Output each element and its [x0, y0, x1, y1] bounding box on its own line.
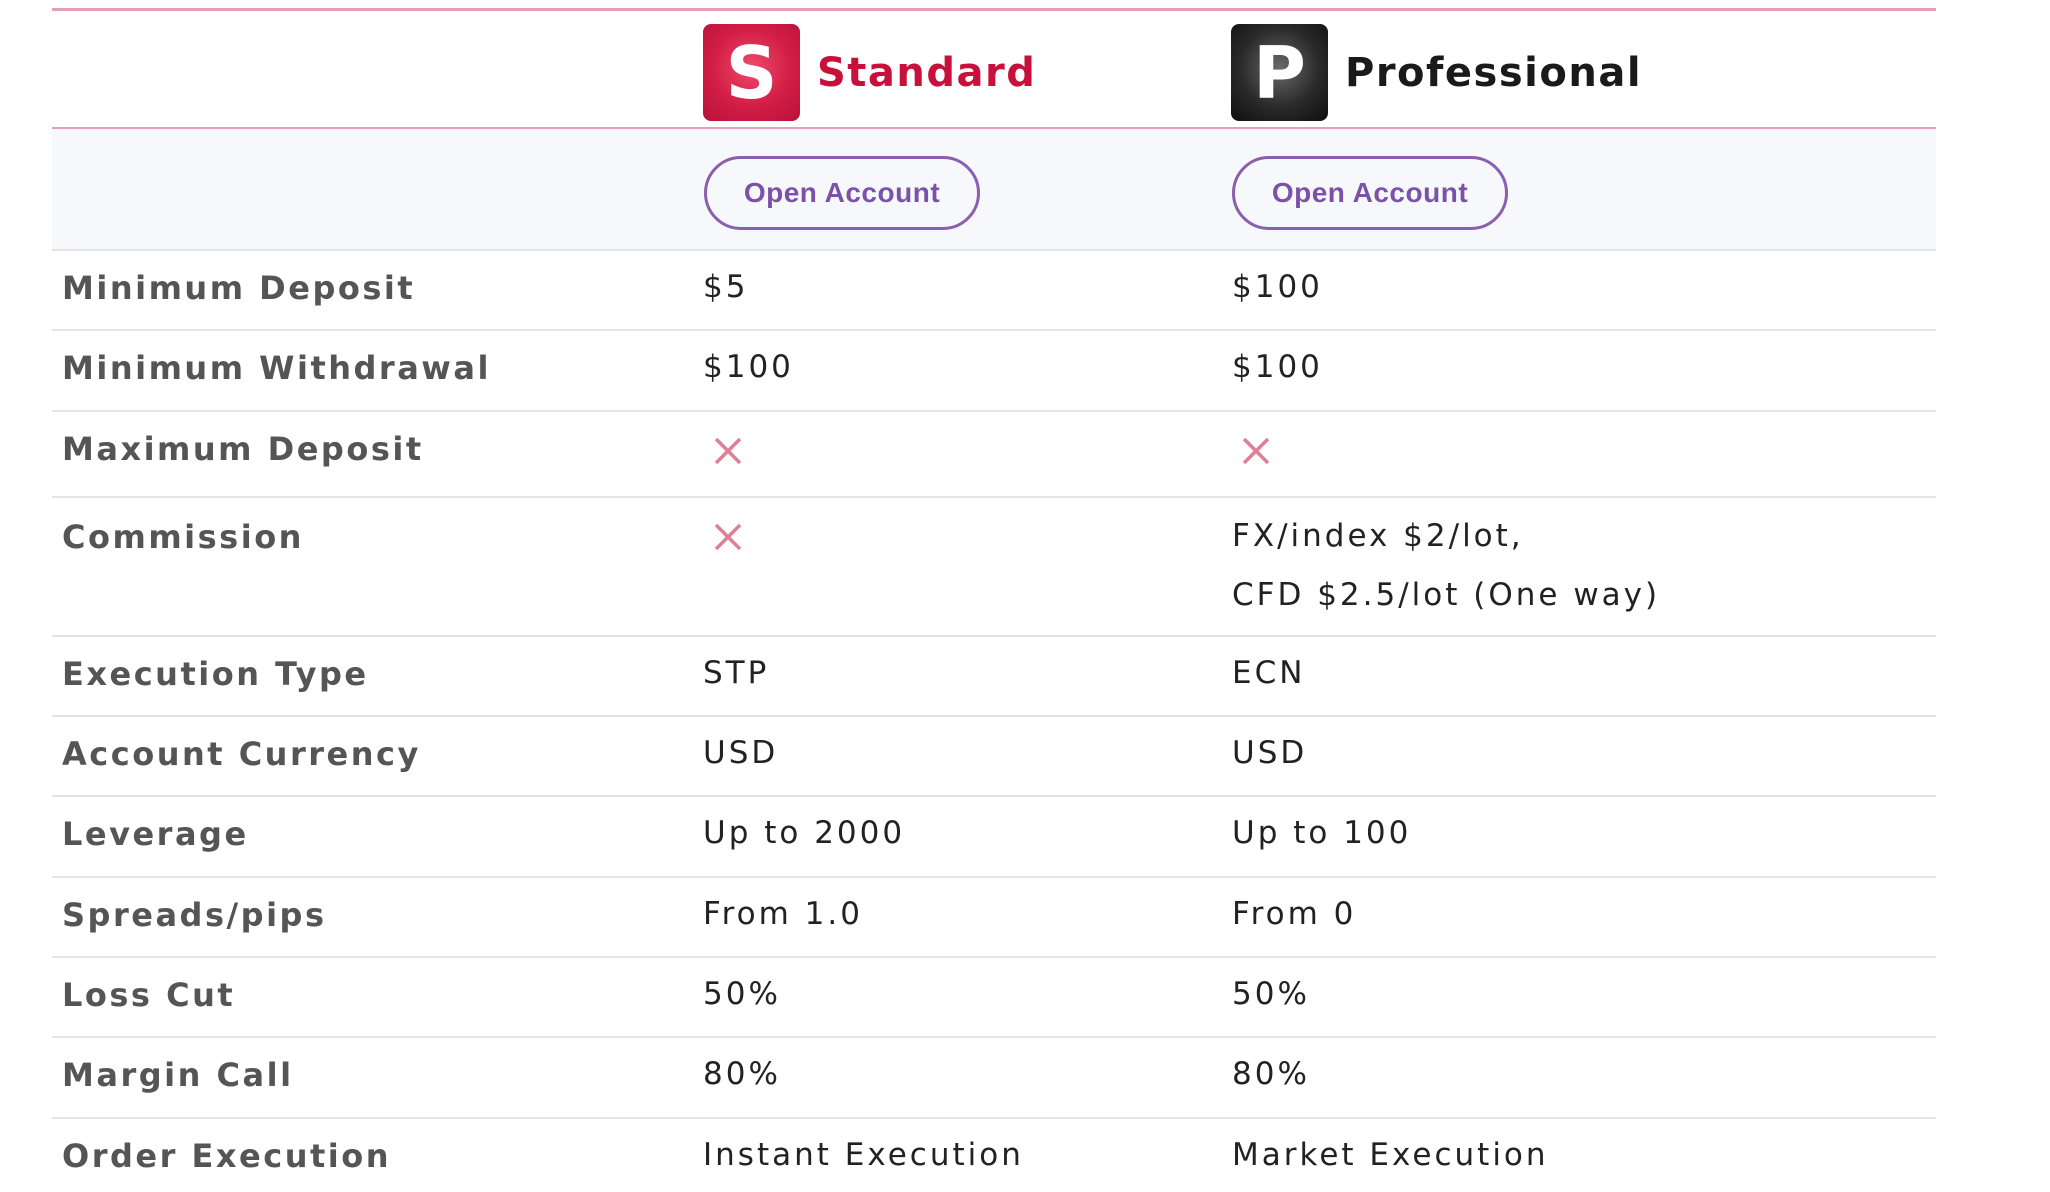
professional-value: From 0: [1232, 896, 1357, 932]
x-mark-icon: [1241, 436, 1271, 466]
standard-value: Instant Execution: [703, 1137, 1024, 1173]
row-label: Minimum Withdrawal: [62, 349, 491, 387]
row-label: Maximum Deposit: [62, 430, 424, 468]
row-label: Account Currency: [62, 735, 421, 773]
standard-value: STP: [703, 655, 770, 691]
table-row: Margin Call 80% 80%: [52, 1038, 1936, 1119]
table-row: Maximum Deposit: [52, 412, 1936, 498]
row-label: Margin Call: [62, 1056, 294, 1094]
table-row: Minimum Withdrawal $100 $100: [52, 331, 1936, 412]
row-label: Loss Cut: [62, 976, 236, 1014]
table-row: Minimum Deposit $5 $100: [52, 251, 1936, 331]
plan-professional-name: Professional: [1345, 49, 1643, 96]
standard-value: 80%: [703, 1056, 781, 1092]
professional-value-line2: CFD $2.5/lot (One way): [1232, 577, 1661, 613]
plan-standard-header: S Standard: [703, 24, 1036, 121]
professional-value: Market Execution: [1232, 1137, 1549, 1173]
comparison-page: S Standard P Professional Open Account O…: [0, 0, 2050, 1192]
standard-value: Up to 2000: [703, 815, 906, 851]
row-label: Spreads/pips: [62, 896, 327, 934]
professional-value: $100: [1232, 269, 1323, 305]
table-row: Leverage Up to 2000 Up to 100: [52, 797, 1936, 878]
professional-value: $100: [1232, 349, 1323, 385]
row-label: Execution Type: [62, 655, 369, 693]
professional-value: ECN: [1232, 655, 1306, 691]
standard-value: From 1.0: [703, 896, 863, 932]
row-label: Order Execution: [62, 1137, 391, 1175]
standard-value: 50%: [703, 976, 781, 1012]
x-mark-icon: [713, 436, 743, 466]
standard-value: $5: [703, 269, 749, 305]
professional-value: 80%: [1232, 1056, 1310, 1092]
table-row: Commission FX/index $2/lot, CFD $2.5/lot…: [52, 498, 1936, 637]
plan-header-row: S Standard P Professional: [52, 11, 1936, 129]
professional-logo-icon: P: [1231, 24, 1328, 121]
table-row: Account Currency USD USD: [52, 717, 1936, 797]
professional-value: Up to 100: [1232, 815, 1412, 851]
table-row: Order Execution Instant Execution Market…: [52, 1119, 1936, 1192]
account-comparison-table: S Standard P Professional Open Account O…: [52, 8, 1936, 1192]
plan-professional-header: P Professional: [1231, 24, 1642, 121]
open-account-row: Open Account Open Account: [52, 129, 1936, 251]
table-row: Execution Type STP ECN: [52, 637, 1936, 717]
professional-value: USD: [1232, 735, 1308, 771]
table-row: Spreads/pips From 1.0 From 0: [52, 878, 1936, 958]
row-label: Commission: [62, 518, 304, 556]
row-label: Minimum Deposit: [62, 269, 416, 307]
row-label: Leverage: [62, 815, 249, 853]
standard-value: USD: [703, 735, 779, 771]
standard-logo-icon: S: [703, 24, 800, 121]
standard-value: $100: [703, 349, 794, 385]
table-row: Loss Cut 50% 50%: [52, 958, 1936, 1038]
professional-value: 50%: [1232, 976, 1310, 1012]
open-account-standard-button[interactable]: Open Account: [704, 156, 980, 230]
professional-value-line1: FX/index $2/lot,: [1232, 518, 1524, 554]
x-mark-icon: [713, 522, 743, 552]
plan-standard-name: Standard: [817, 49, 1037, 96]
open-account-professional-button[interactable]: Open Account: [1232, 156, 1508, 230]
